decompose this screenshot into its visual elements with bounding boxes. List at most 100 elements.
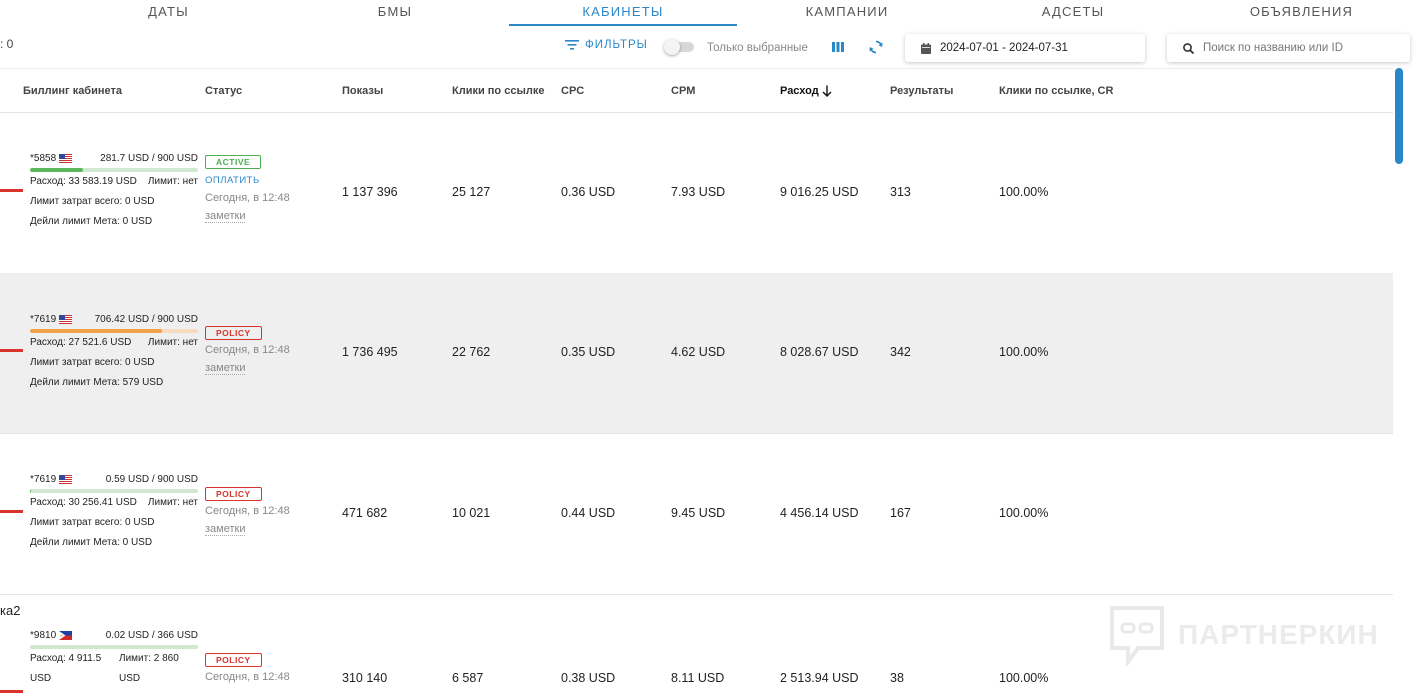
filters-button[interactable]: ФИЛЬТРЫ: [565, 39, 648, 51]
balance-text: 281.7 USD / 900 USD: [100, 153, 198, 164]
status-cell: POLICY Сегодня, в 12:48 заметки: [205, 326, 315, 375]
col-link-clicks[interactable]: Клики по ссылке: [452, 85, 544, 97]
status-cell: POLICY Сегодня, в 12:48 заметки: [205, 487, 315, 536]
col-cr[interactable]: Клики по ссылке, CR: [999, 85, 1113, 97]
col-spend[interactable]: Расход: [780, 85, 832, 97]
billing-cell: *5858 281.7 USD / 900 USD Расход: 33 583…: [30, 153, 200, 232]
limit-line-cont: USD: [119, 673, 141, 684]
only-selected-toggle[interactable]: [664, 39, 696, 55]
pay-link[interactable]: ОПЛАТИТЬ: [205, 175, 315, 186]
tab-bms[interactable]: БМЫ: [281, 4, 509, 26]
link-clicks-cell: 25 127: [452, 185, 491, 199]
cr-cell: 100.00%: [999, 185, 1049, 199]
calendar-icon: [921, 42, 931, 54]
us-flag-icon: [59, 154, 73, 163]
impressions-cell: 1 137 396: [342, 185, 398, 199]
status-badge: POLICY: [205, 653, 262, 667]
limit-line: Лимит: нет: [147, 176, 198, 187]
account-id[interactable]: *7619: [30, 314, 73, 325]
balance-text: 0.59 USD / 900 USD: [105, 474, 198, 485]
account-id-text: *7619: [30, 474, 57, 485]
results-cell: 313: [890, 185, 911, 199]
spend-line: Расход: 4 911.5: [30, 653, 102, 664]
cpm-cell: 7.93 USD: [671, 185, 726, 199]
spend-line: Расход: 30 256.41 USD: [30, 497, 137, 508]
refresh-icon[interactable]: [868, 39, 884, 55]
scrollbar-thumb[interactable]: [1395, 68, 1403, 164]
spend-cell: 9 016.25 USD: [780, 185, 859, 199]
columns-icon[interactable]: [831, 41, 845, 53]
filter-icon: [565, 40, 579, 50]
selected-count: : 0: [0, 37, 14, 51]
account-id[interactable]: *9810: [30, 630, 73, 641]
table-header: Биллинг кабинета Статус Показы Клики по …: [0, 68, 1393, 113]
status-time: Сегодня, в 12:48: [205, 344, 290, 356]
status-time: Сегодня, в 12:48: [205, 192, 290, 204]
toggle-knob: [664, 39, 680, 55]
spend-cell: 8 028.67 USD: [780, 345, 859, 359]
billing-cell: *9810 0.02 USD / 366 USD Расход: 4 911.5…: [30, 630, 200, 689]
link-clicks-cell: 6 587: [452, 671, 484, 685]
account-id-text: *7619: [30, 314, 57, 325]
date-range-value: 2024-07-01 - 2024-07-31: [940, 42, 1068, 54]
link-clicks-cell: 22 762: [452, 345, 491, 359]
table-row[interactable]: *5858 281.7 USD / 900 USD Расход: 33 583…: [0, 113, 1393, 274]
results-cell: 38: [890, 671, 904, 685]
active-tab-indicator: [509, 24, 737, 26]
notes-link[interactable]: заметки: [205, 523, 246, 536]
notes-link[interactable]: заметки: [205, 210, 246, 223]
results-cell: 167: [890, 506, 911, 520]
col-cpm[interactable]: CPM: [671, 85, 695, 97]
total-limit-line: Лимит затрат всего: 0 USD: [30, 357, 155, 368]
billing-cell: *7619 0.59 USD / 900 USD Расход: 30 256.…: [30, 474, 200, 553]
watermark-logo-icon: [1110, 606, 1164, 666]
us-flag-icon: [59, 315, 73, 324]
row-marker: [0, 349, 23, 352]
total-limit-line: Лимит затрат всего: 0 USD: [30, 517, 155, 528]
cpm-cell: 4.62 USD: [671, 345, 726, 359]
cpc-cell: 0.38 USD: [561, 671, 616, 685]
account-id[interactable]: *5858: [30, 153, 73, 164]
spend-line: Расход: 33 583.19 USD: [30, 176, 137, 187]
balance-text: 0.02 USD / 366 USD: [105, 630, 198, 641]
tab-ads[interactable]: ОБЪЯВЛЕНИЯ: [1189, 4, 1414, 26]
watermark: ПАРТНЕРКИН: [1108, 604, 1379, 666]
billing-cell: *7619 706.42 USD / 900 USD Расход: 27 52…: [30, 314, 200, 393]
us-flag-icon: [59, 475, 73, 484]
cpc-cell: 0.36 USD: [561, 185, 616, 199]
spend-line: Расход: 27 521.6 USD: [30, 337, 132, 348]
search-box[interactable]: [1167, 34, 1410, 62]
col-results[interactable]: Результаты: [890, 85, 953, 97]
col-impressions[interactable]: Показы: [342, 85, 383, 97]
status-badge: POLICY: [205, 487, 262, 501]
impressions-cell: 471 682: [342, 506, 388, 520]
spend-cell: 4 456.14 USD: [780, 506, 859, 520]
tab-accounts[interactable]: КАБИНЕТЫ: [509, 4, 737, 26]
account-id[interactable]: *7619: [30, 474, 73, 485]
cr-cell: 100.00%: [999, 506, 1049, 520]
vertical-scrollbar[interactable]: [1395, 68, 1403, 696]
tab-adsets[interactable]: АДСЕТЫ: [957, 4, 1189, 26]
col-spend-label: Расход: [780, 85, 819, 97]
balance-text: 706.42 USD / 900 USD: [94, 314, 198, 325]
tab-dates[interactable]: ДАТЫ: [56, 4, 281, 26]
results-cell: 342: [890, 345, 911, 359]
notes-link[interactable]: заметки: [205, 362, 246, 375]
table-row[interactable]: *7619 706.42 USD / 900 USD Расход: 27 52…: [0, 273, 1393, 434]
cr-cell: 100.00%: [999, 345, 1049, 359]
total-limit-line: Лимит затрат всего: 0 USD: [30, 196, 155, 207]
arrow-down-icon: [822, 85, 832, 97]
daily-limit-line: Дейли лимит Мета: 0 USD: [30, 537, 153, 548]
col-billing[interactable]: Биллинг кабинета: [23, 85, 122, 97]
date-range-picker[interactable]: 2024-07-01 - 2024-07-31: [905, 34, 1145, 62]
link-clicks-cell: 10 021: [452, 506, 491, 520]
col-status[interactable]: Статус: [205, 85, 242, 97]
col-cpc[interactable]: CPC: [561, 85, 584, 97]
status-cell: POLICY Сегодня, в 12:48: [205, 653, 315, 683]
limit-line: Лимит: нет: [147, 497, 198, 508]
tab-campaigns[interactable]: КАМПАНИИ: [737, 4, 957, 26]
row-marker: [0, 189, 23, 192]
search-input[interactable]: [1203, 42, 1403, 54]
spend-cell: 2 513.94 USD: [780, 671, 859, 685]
table-row[interactable]: *7619 0.59 USD / 900 USD Расход: 30 256.…: [0, 434, 1393, 595]
